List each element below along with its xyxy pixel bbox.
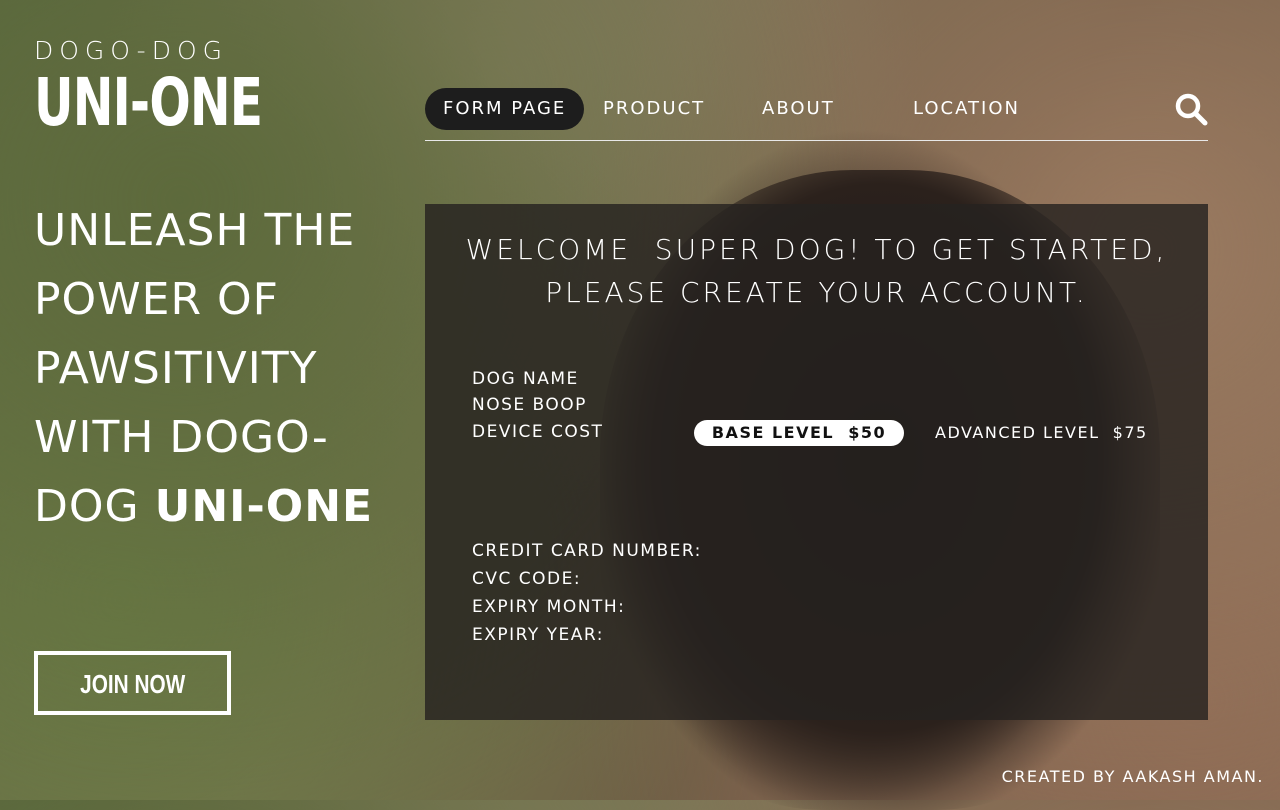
device-cost-label: DEVICE COST — [472, 422, 604, 442]
form-title-line1: WELCOME SUPER DOG! TO GET STARTED, — [465, 233, 1168, 266]
search-icon[interactable] — [1174, 92, 1208, 126]
base-level-option[interactable]: BASE LEVEL $50 — [694, 420, 904, 446]
nose-boop-field[interactable]: NOSE BOOP — [472, 395, 587, 415]
hero-text-bold: UNI-ONE — [154, 481, 374, 532]
hero-headline: UNLEASH THE POWER OF PAWSITIVITY WITH DO… — [34, 196, 404, 541]
dog-name-field[interactable]: DOG NAME — [472, 369, 579, 389]
expiry-year-field[interactable]: EXPIRY YEAR: — [472, 625, 604, 645]
brand-subtitle: DOGO-DOG — [34, 36, 228, 65]
cvc-field[interactable]: CVC CODE: — [472, 569, 581, 589]
advanced-level-option[interactable]: ADVANCED LEVEL $75 — [935, 420, 1148, 446]
form-title: WELCOME SUPER DOG! TO GET STARTED, PLEAS… — [425, 228, 1208, 314]
form-title-line2: PLEASE CREATE YOUR ACCOUNT. — [545, 276, 1088, 309]
nav-item-location[interactable]: LOCATION — [913, 88, 1020, 130]
join-now-button[interactable]: JOIN NOW — [34, 651, 231, 715]
top-nav: FORM PAGE PRODUCT ABOUT LOCATION — [425, 88, 1208, 141]
credit-card-field[interactable]: CREDIT CARD NUMBER: — [472, 541, 702, 561]
join-now-label: JOIN NOW — [79, 669, 186, 699]
expiry-month-field[interactable]: EXPIRY MONTH: — [472, 597, 625, 617]
nav-item-product[interactable]: PRODUCT — [603, 88, 705, 130]
nav-item-about[interactable]: ABOUT — [762, 88, 835, 130]
nav-item-form-page[interactable]: FORM PAGE — [425, 88, 585, 130]
footer-credit: CREATED BY AAKASH AMAN. — [1001, 767, 1264, 786]
signup-form-panel: WELCOME SUPER DOG! TO GET STARTED, PLEAS… — [425, 204, 1208, 720]
brand-logo[interactable]: UNI-ONE — [34, 64, 263, 141]
